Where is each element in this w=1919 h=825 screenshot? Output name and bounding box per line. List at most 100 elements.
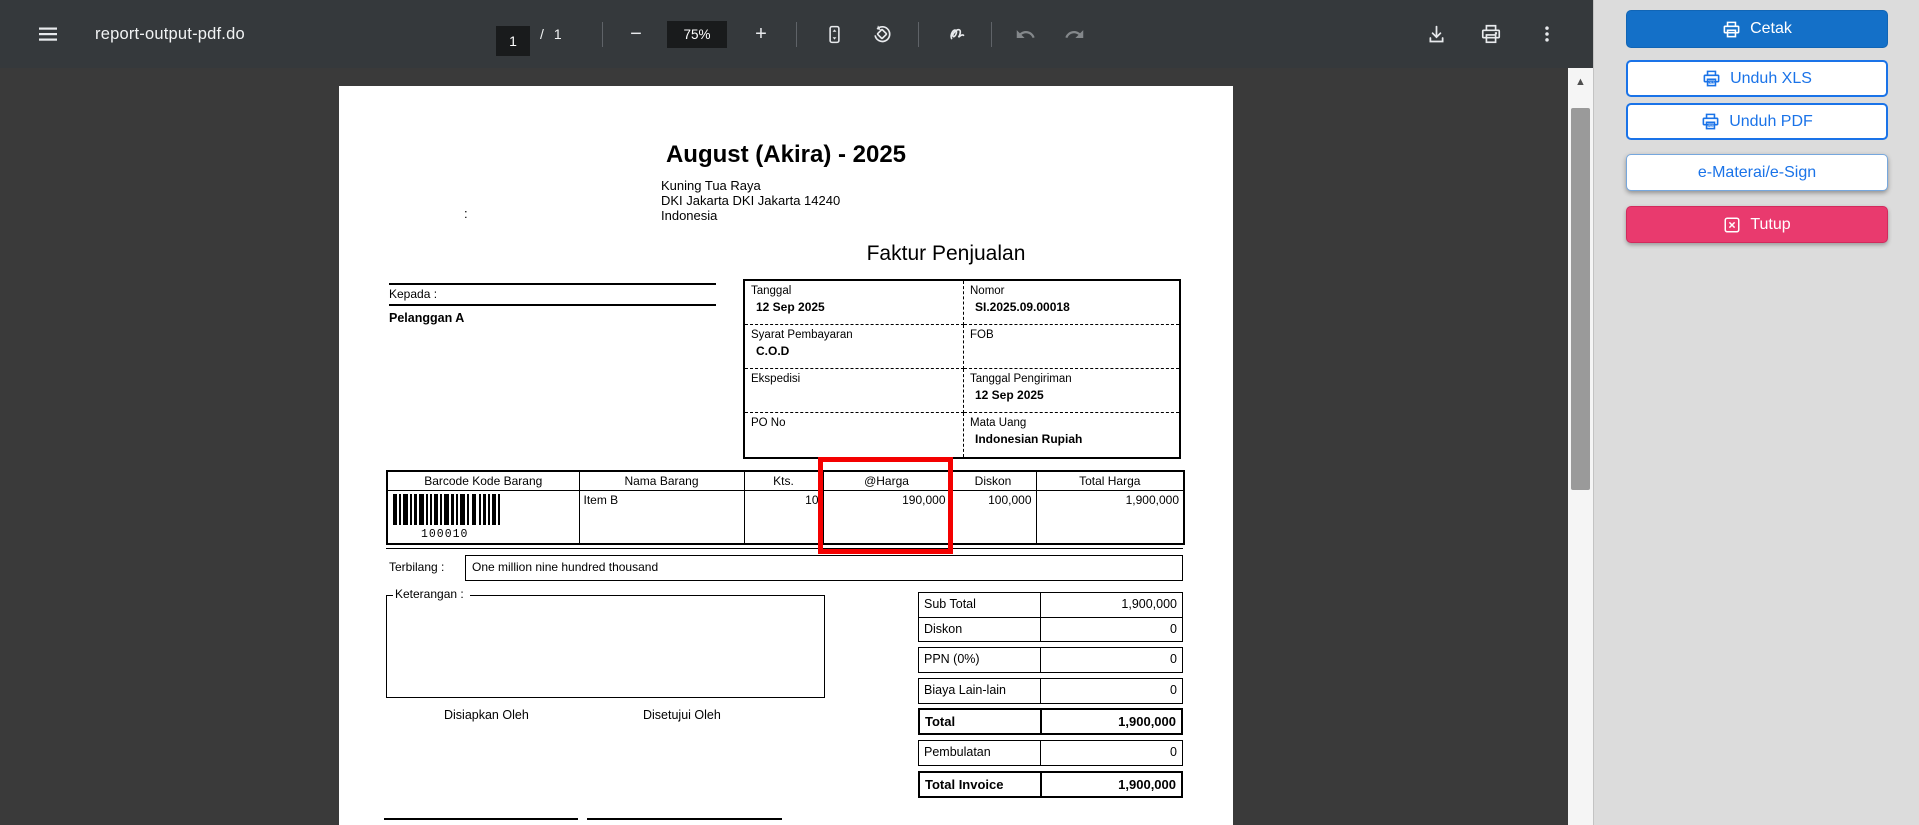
page-count: / 1 — [540, 0, 562, 68]
item-row: 100010 Item B 10 190,000 100,000 1,900,0… — [386, 489, 1185, 544]
totals-subtotal-box: Sub Total 1,900,000 Diskon 0 — [918, 592, 1183, 642]
total-row-pembulatan: Pembulatan 0 — [919, 741, 1182, 765]
unduh-pdf-label: Unduh PDF — [1729, 112, 1813, 130]
download-button[interactable] — [1416, 14, 1456, 54]
total-value: 1,900,000 — [1118, 714, 1176, 729]
invoice-info-box: Tanggal 12 Sep 2025 Nomor SI.2025.09.000… — [743, 279, 1181, 459]
keterangan-box: Keterangan : — [386, 587, 825, 698]
invoice-page: August (Akira) - 2025 Kuning Tua Raya DK… — [339, 86, 1233, 825]
e-materai-label: e-Materai/e-Sign — [1697, 163, 1817, 181]
item-kts-cell: 10 — [743, 489, 824, 544]
print-icon — [1481, 24, 1501, 44]
pdf-viewer-screen: report-output-pdf.do / 1 − 75% + — [0, 0, 1919, 825]
scroll-up-arrow-icon[interactable]: ▲ — [1568, 76, 1593, 88]
items-table-header-row: Barcode Kode Barang Nama Barang Kts. @Ha… — [386, 470, 1185, 491]
header-kts: Kts. — [743, 470, 824, 491]
pdf-toolbar: report-output-pdf.do / 1 − 75% + — [0, 0, 1593, 68]
info-cell-nomor: Nomor SI.2025.09.00018 — [964, 281, 1179, 325]
total-value: 1,900,000 — [1118, 777, 1176, 792]
info-cell-mata-uang: Mata Uang Indonesian Rupiah — [964, 413, 1179, 457]
total-row-biaya-lain: Biaya Lain-lain 0 — [919, 679, 1182, 703]
ekspedisi-label: Ekspedisi — [751, 373, 801, 385]
redo-icon — [1064, 29, 1083, 38]
unduh-xls-button[interactable]: XLS Unduh XLS — [1626, 60, 1888, 97]
barcode-image — [393, 493, 500, 525]
header-nama-barang: Nama Barang — [578, 470, 745, 491]
nomor-label: Nomor — [970, 285, 1005, 297]
info-cell-syarat: Syarat Pembayaran C.O.D — [745, 325, 964, 369]
menu-button[interactable] — [28, 14, 68, 54]
total-value: 0 — [1170, 683, 1177, 697]
rotate-icon — [874, 25, 891, 43]
total-row-total-invoice: Total Invoice 1,900,000 — [920, 773, 1181, 796]
customer-name: Pelanggan A — [389, 311, 465, 325]
item-total-cell: 1,900,000 — [1035, 489, 1185, 544]
e-materai-button[interactable]: e-Materai/e-Sign — [1626, 154, 1888, 191]
report-title: August (Akira) - 2025 — [665, 141, 907, 168]
harga-column-highlight — [818, 457, 953, 554]
pdf-content-area: August (Akira) - 2025 Kuning Tua Raya DK… — [0, 68, 1568, 825]
mata-uang-value: Indonesian Rupiah — [975, 432, 1083, 446]
toolbar-divider — [796, 22, 797, 47]
item-nama-cell: Item B — [578, 489, 745, 544]
zoom-level-display[interactable]: 75% — [667, 21, 727, 48]
totals-pembulatan-box: Pembulatan 0 — [918, 740, 1183, 766]
fit-to-page-button[interactable] — [814, 14, 854, 54]
total-label: Total Invoice — [920, 773, 1042, 796]
svg-text:PDF: PDF — [1709, 123, 1715, 127]
kepada-rule-bottom — [389, 304, 716, 306]
address-line-3: Indonesia — [661, 208, 718, 223]
tutup-label: Tutup — [1750, 215, 1791, 233]
more-options-button[interactable] — [1527, 14, 1567, 54]
tanggal-pengiriman-value: 12 Sep 2025 — [975, 388, 1044, 402]
barcode-text: 100010 — [421, 527, 469, 541]
vertical-scrollbar[interactable]: ▲ — [1568, 68, 1593, 825]
annotate-button[interactable] — [938, 14, 978, 54]
cetak-button[interactable]: Cetak — [1626, 10, 1888, 48]
page-number-input[interactable] — [496, 26, 530, 56]
print-button[interactable] — [1471, 14, 1511, 54]
terbilang-box: One million nine hundred thousand — [465, 555, 1183, 581]
totals-ppn-box: PPN (0%) 0 — [918, 647, 1183, 673]
action-sidebar: Cetak XLS Unduh XLS PDF Unduh PDF e-Mate… — [1593, 0, 1919, 825]
terbilang-label: Terbilang : — [389, 560, 445, 574]
item-barcode-cell: 100010 — [386, 489, 580, 544]
fit-to-page-icon — [828, 25, 840, 43]
zoom-out-button[interactable]: − — [616, 14, 656, 54]
tanggal-pengiriman-label: Tanggal Pengiriman — [970, 373, 1072, 385]
total-label: Pembulatan — [919, 741, 1041, 765]
total-value: 0 — [1170, 745, 1177, 759]
total-label: Total — [920, 710, 1042, 733]
header-total-harga: Total Harga — [1035, 470, 1185, 491]
header-barcode: Barcode Kode Barang — [386, 470, 580, 491]
tanggal-label: Tanggal — [751, 285, 792, 297]
total-row-sub-total: Sub Total 1,900,000 — [919, 593, 1182, 617]
document-title: report-output-pdf.do — [95, 24, 245, 43]
scrollbar-thumb[interactable] — [1571, 108, 1590, 490]
annotate-pen-icon — [950, 28, 965, 40]
more-vertical-icon — [1545, 26, 1549, 42]
mata-uang-label: Mata Uang — [970, 417, 1027, 429]
info-cell-tanggal-pengiriman: Tanggal Pengiriman 12 Sep 2025 — [964, 369, 1179, 413]
redo-button[interactable] — [1054, 14, 1094, 54]
item-diskon-cell: 100,000 — [949, 489, 1037, 544]
table-double-rule — [386, 544, 1183, 549]
undo-icon — [1016, 29, 1035, 38]
rotate-button[interactable] — [862, 14, 902, 54]
zoom-in-button[interactable]: + — [741, 14, 781, 54]
unduh-pdf-button[interactable]: PDF Unduh PDF — [1626, 103, 1888, 140]
toolbar-divider — [991, 22, 992, 47]
company-address: Kuning Tua Raya DKI Jakarta DKI Jakarta … — [661, 178, 840, 223]
invoice-document-title: Faktur Penjualan — [866, 242, 1026, 265]
tanggal-value: 12 Sep 2025 — [756, 300, 825, 314]
syarat-pembayaran-label: Syarat Pembayaran — [751, 329, 853, 341]
disiapkan-oleh-label: Disiapkan Oleh — [444, 708, 529, 722]
disetujui-oleh-label: Disetujui Oleh — [643, 708, 721, 722]
signature-line-disiapkan — [384, 818, 578, 820]
tutup-button[interactable]: Tutup — [1626, 206, 1888, 243]
printer-pdf-icon: PDF — [1702, 113, 1719, 130]
total-row-diskon: Diskon 0 — [919, 617, 1182, 641]
undo-button[interactable] — [1005, 14, 1045, 54]
total-label: PPN (0%) — [919, 648, 1041, 672]
syarat-pembayaran-value: C.O.D — [756, 344, 790, 358]
